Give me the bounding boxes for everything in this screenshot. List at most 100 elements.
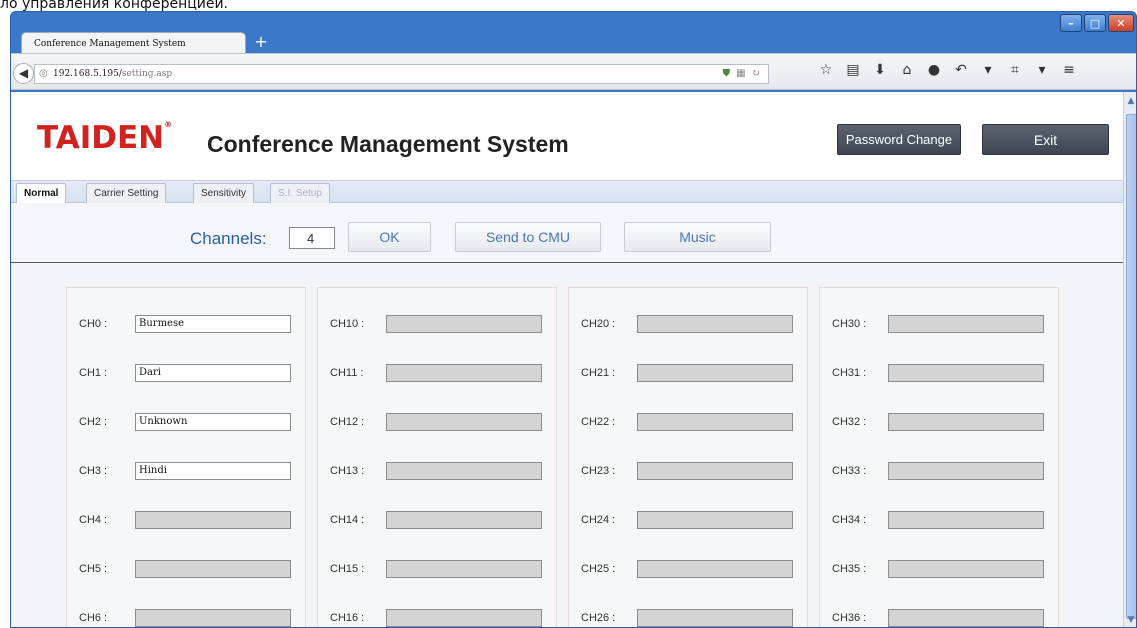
reload-icon[interactable]: ↻ [752, 68, 760, 79]
reading-list-icon[interactable]: ▤ [846, 62, 860, 78]
taiden-logo: TAIDEN® [37, 120, 172, 156]
dropdown-icon[interactable]: ▾ [981, 62, 995, 78]
channel-name-input[interactable] [386, 560, 542, 578]
channel-name-input[interactable] [637, 315, 793, 333]
tab-sensitivity[interactable]: Sensitivity [193, 183, 255, 203]
menu-icon[interactable]: ≡ [1062, 62, 1076, 78]
channel-name-input[interactable] [386, 609, 542, 627]
channel-row: CH3 : Hindi [67, 462, 305, 482]
channel-column: CH30 : CH31 : CH32 : CH33 : CH34 : CH35 : CH36… [819, 287, 1059, 627]
channel-label: CH16 : [330, 612, 365, 624]
vertical-scrollbar[interactable]: ▲ ▼ [1123, 92, 1136, 627]
channel-label: CH1 : [79, 367, 108, 379]
channel-name-input[interactable]: Dari [135, 364, 291, 382]
back-arrow-icon[interactable]: ◀ [13, 63, 34, 84]
channel-name-input[interactable] [888, 364, 1044, 382]
channel-label: CH15 : [330, 563, 365, 575]
channel-row: CH30 : [820, 315, 1058, 335]
undo-icon[interactable]: ↶ [954, 62, 968, 78]
channel-label: CH14 : [330, 514, 365, 526]
window-controls: – □ ✕ [1060, 14, 1134, 32]
channel-name-input[interactable] [637, 413, 793, 431]
tab-normal[interactable]: Normal [16, 183, 67, 204]
url-bar[interactable]: ◎ 192.168.5.195/setting.asp ⛊ ▦ ↻ [34, 64, 769, 84]
channel-name-input[interactable]: Hindi [135, 462, 291, 480]
channel-name-input[interactable] [888, 511, 1044, 529]
channels-input[interactable]: 4 [289, 227, 335, 249]
new-tab-button[interactable]: + [251, 33, 271, 53]
channel-name-input[interactable] [637, 511, 793, 529]
channel-row: CH21 : [569, 364, 807, 384]
channel-name-input[interactable] [888, 413, 1044, 431]
channel-name-input[interactable] [135, 511, 291, 529]
channel-name-input[interactable] [386, 511, 542, 529]
channel-name-input[interactable] [637, 560, 793, 578]
channel-name-input[interactable] [637, 609, 793, 627]
tab-carrier-setting[interactable]: Carrier Setting [86, 183, 167, 203]
send-to-cmu-button[interactable]: Send to CMU [455, 222, 601, 252]
channel-name-input[interactable] [135, 609, 291, 627]
password-change-button[interactable]: Password Change [837, 124, 961, 155]
navigation-bar: ◀ ◎ 192.168.5.195/setting.asp ⛊ ▦ ↻ ☆ ▤ … [11, 53, 1136, 90]
page-viewport: TAIDEN® Conference Management System Pas… [11, 92, 1123, 627]
channel-label: CH12 : [330, 416, 365, 428]
shield-icon[interactable]: ⛊ [723, 68, 731, 79]
music-button[interactable]: Music [624, 222, 771, 252]
dropdown-icon[interactable]: ▾ [1035, 62, 1049, 78]
channel-row: CH12 : [318, 413, 556, 433]
qr-code-icon[interactable]: ▦ [736, 68, 745, 79]
channel-name-input[interactable] [637, 462, 793, 480]
channel-label: CH30 : [832, 318, 867, 330]
channel-label: CH4 : [79, 514, 108, 526]
channel-row: CH15 : [318, 560, 556, 580]
url-host: 192.168.5.195/ [53, 69, 122, 79]
channels-label: Channels: [190, 229, 267, 248]
channel-name-input[interactable] [637, 364, 793, 382]
chat-icon[interactable]: ● [927, 62, 941, 78]
channel-label: CH25 : [581, 563, 616, 575]
scroll-down-icon[interactable]: ▼ [1124, 611, 1136, 627]
bookmark-star-icon[interactable]: ☆ [819, 62, 833, 78]
ok-button[interactable]: OK [348, 222, 431, 252]
channel-row: CH35 : [820, 560, 1058, 580]
channel-label: CH31 : [832, 367, 867, 379]
logo-text: TAIDEN [37, 120, 165, 156]
channel-name-input[interactable]: Burmese [135, 315, 291, 333]
browser-tab[interactable]: Conference Management System [21, 32, 246, 54]
channel-row: CH23 : [569, 462, 807, 482]
channel-label: CH32 : [832, 416, 867, 428]
channel-name-input[interactable] [135, 560, 291, 578]
channel-row: CH31 : [820, 364, 1058, 384]
channel-name-input[interactable] [888, 609, 1044, 627]
channel-name-input[interactable] [386, 315, 542, 333]
channel-row: CH4 : [67, 511, 305, 531]
channel-row: CH24 : [569, 511, 807, 531]
close-icon[interactable]: ✕ [1108, 14, 1134, 32]
minimize-icon[interactable]: – [1060, 14, 1082, 32]
download-icon[interactable]: ⬇ [873, 62, 887, 78]
crop-icon[interactable]: ⌗ [1008, 62, 1022, 78]
channel-name-input[interactable] [386, 462, 542, 480]
channel-row: CH20 : [569, 315, 807, 335]
channel-label: CH22 : [581, 416, 616, 428]
scrollbar-thumb[interactable] [1126, 114, 1136, 619]
channel-label: CH36 : [832, 612, 867, 624]
channel-row: CH16 : [318, 609, 556, 627]
channel-label: CH24 : [581, 514, 616, 526]
channel-name-input[interactable] [888, 462, 1044, 480]
maximize-icon[interactable]: □ [1084, 14, 1106, 32]
channel-row: CH34 : [820, 511, 1058, 531]
channel-name-input[interactable] [386, 364, 542, 382]
channel-name-input[interactable] [888, 315, 1044, 333]
channel-name-input[interactable] [386, 413, 542, 431]
channel-name-input[interactable]: Unknown [135, 413, 291, 431]
channel-label: CH35 : [832, 563, 867, 575]
scroll-up-icon[interactable]: ▲ [1124, 92, 1136, 110]
channel-label: CH26 : [581, 612, 616, 624]
browser-window: Conference Management System + – □ ✕ ◀ ◎… [10, 11, 1137, 628]
channel-label: CH20 : [581, 318, 616, 330]
home-icon[interactable]: ⌂ [900, 62, 914, 78]
channel-column: CH10 : CH11 : CH12 : CH13 : CH14 : CH15 : CH16… [317, 287, 557, 627]
exit-button[interactable]: Exit [982, 124, 1109, 155]
channel-name-input[interactable] [888, 560, 1044, 578]
